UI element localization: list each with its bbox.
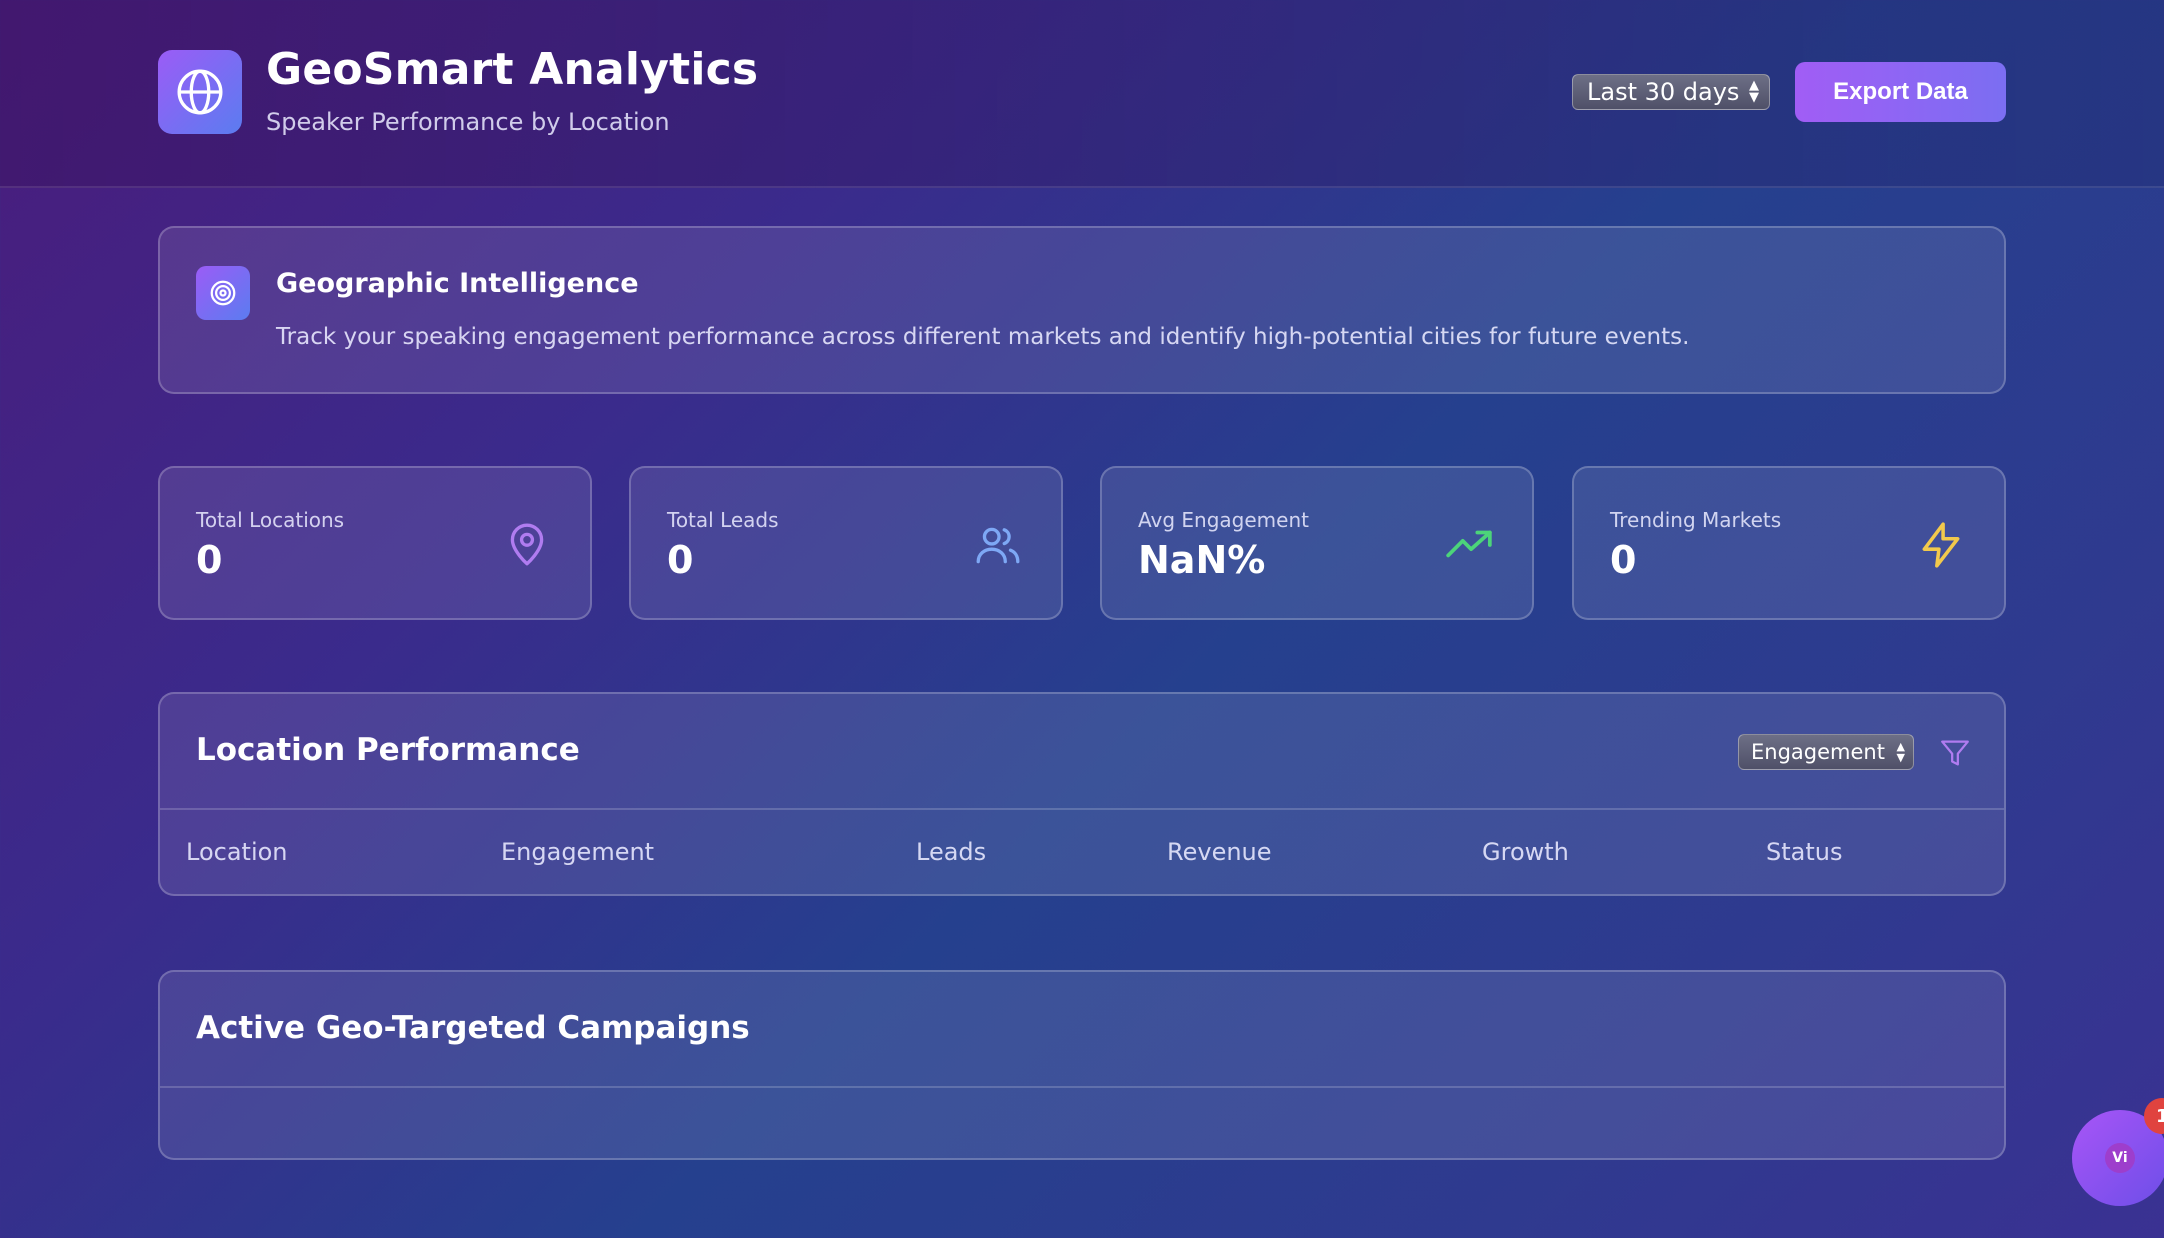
stat-card-avg-engagement: Avg Engagement NaN% <box>1100 466 1534 620</box>
select-arrows-icon: ▲ ▼ <box>1749 78 1759 105</box>
stat-label: Total Locations <box>196 508 345 532</box>
select-arrows-icon: ▲ ▼ <box>1896 740 1905 764</box>
divider <box>160 808 2004 810</box>
date-range-value: Last 30 days <box>1587 78 1740 106</box>
sort-by-value: Engagement <box>1751 740 1885 764</box>
map-pin-icon <box>510 523 544 566</box>
globe-icon <box>158 50 242 134</box>
stat-label: Total Leads <box>667 508 779 532</box>
intel-description: Track your speaking engagement performan… <box>276 324 1690 350</box>
stat-value: 0 <box>196 538 223 582</box>
section-title: Location Performance <box>196 732 580 768</box>
column-header-revenue[interactable]: Revenue <box>1167 838 1272 866</box>
intel-title: Geographic Intelligence <box>276 268 639 299</box>
column-header-status[interactable]: Status <box>1766 838 1842 866</box>
app-title: GeoSmart Analytics <box>266 44 759 95</box>
filter-icon[interactable] <box>1938 736 1972 770</box>
export-data-button[interactable]: Export Data <box>1795 62 2006 122</box>
target-icon <box>196 266 250 320</box>
sort-by-select[interactable]: Engagement ▲ ▼ <box>1738 734 1914 770</box>
stat-label: Avg Engagement <box>1138 508 1309 532</box>
column-header-location[interactable]: Location <box>186 838 288 866</box>
column-header-engagement[interactable]: Engagement <box>501 838 654 866</box>
stat-card-trending-markets: Trending Markets 0 <box>1572 466 2006 620</box>
trending-up-icon <box>1446 530 1492 558</box>
stat-label: Trending Markets <box>1610 508 1782 532</box>
date-range-select[interactable]: Last 30 days ▲ ▼ <box>1572 74 1770 110</box>
location-performance-card: Location Performance Engagement ▲ ▼ Locat… <box>158 692 2006 896</box>
stat-card-total-locations: Total Locations 0 <box>158 466 592 620</box>
stat-value: NaN% <box>1138 538 1266 582</box>
app-subtitle: Speaker Performance by Location <box>266 108 670 136</box>
app-header: GeoSmart Analytics Speaker Performance b… <box>0 0 2164 188</box>
column-header-leads[interactable]: Leads <box>916 838 986 866</box>
geo-campaigns-card: Active Geo-Targeted Campaigns <box>158 970 2006 1160</box>
chat-avatar: Vi <box>2105 1143 2135 1173</box>
divider <box>160 1086 2004 1088</box>
geographic-intelligence-card: Geographic Intelligence Track your speak… <box>158 226 2006 394</box>
users-icon <box>976 527 1020 564</box>
stat-value: 0 <box>1610 538 1637 582</box>
stat-value: 0 <box>667 538 694 582</box>
stat-card-total-leads: Total Leads 0 <box>629 466 1063 620</box>
lightning-icon <box>1922 522 1960 568</box>
column-header-growth[interactable]: Growth <box>1482 838 1569 866</box>
section-title: Active Geo-Targeted Campaigns <box>196 1010 750 1046</box>
